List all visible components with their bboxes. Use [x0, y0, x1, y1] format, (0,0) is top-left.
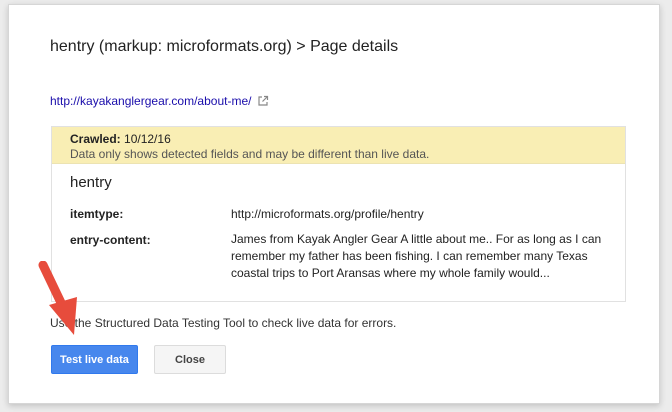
close-button[interactable]: Close — [154, 345, 226, 374]
notice-message: Data only shows detected fields and may … — [70, 147, 430, 161]
crawled-date: 10/12/16 — [124, 132, 171, 146]
dialog-title: hentry (markup: microformats.org) > Page… — [50, 38, 399, 55]
field-label-entry-content: entry-content: — [70, 233, 151, 247]
page-url-link[interactable]: http://kayakanglergear.com/about-me/ — [50, 94, 251, 108]
test-live-data-button[interactable]: Test live data — [51, 345, 138, 374]
url-row: http://kayakanglergear.com/about-me/ — [50, 94, 269, 108]
item-type-title: hentry — [70, 174, 112, 191]
external-link-icon[interactable] — [257, 95, 269, 107]
page-details-dialog: hentry (markup: microformats.org) > Page… — [8, 4, 660, 404]
helper-text: Use the Structured Data Testing Tool to … — [50, 316, 397, 330]
field-value-entry-content: James from Kayak Angler Gear A little ab… — [231, 232, 602, 280]
crawl-notice: Crawled: 10/12/16 Data only shows detect… — [52, 127, 625, 164]
structured-data-panel: Crawled: 10/12/16 Data only shows detect… — [51, 126, 626, 302]
field-label-itemtype: itemtype: — [70, 207, 124, 221]
crawled-label: Crawled: — [70, 132, 121, 146]
field-value-itemtype: http://microformats.org/profile/hentry — [231, 207, 424, 221]
crawled-line: Crawled: 10/12/16 — [70, 132, 625, 147]
